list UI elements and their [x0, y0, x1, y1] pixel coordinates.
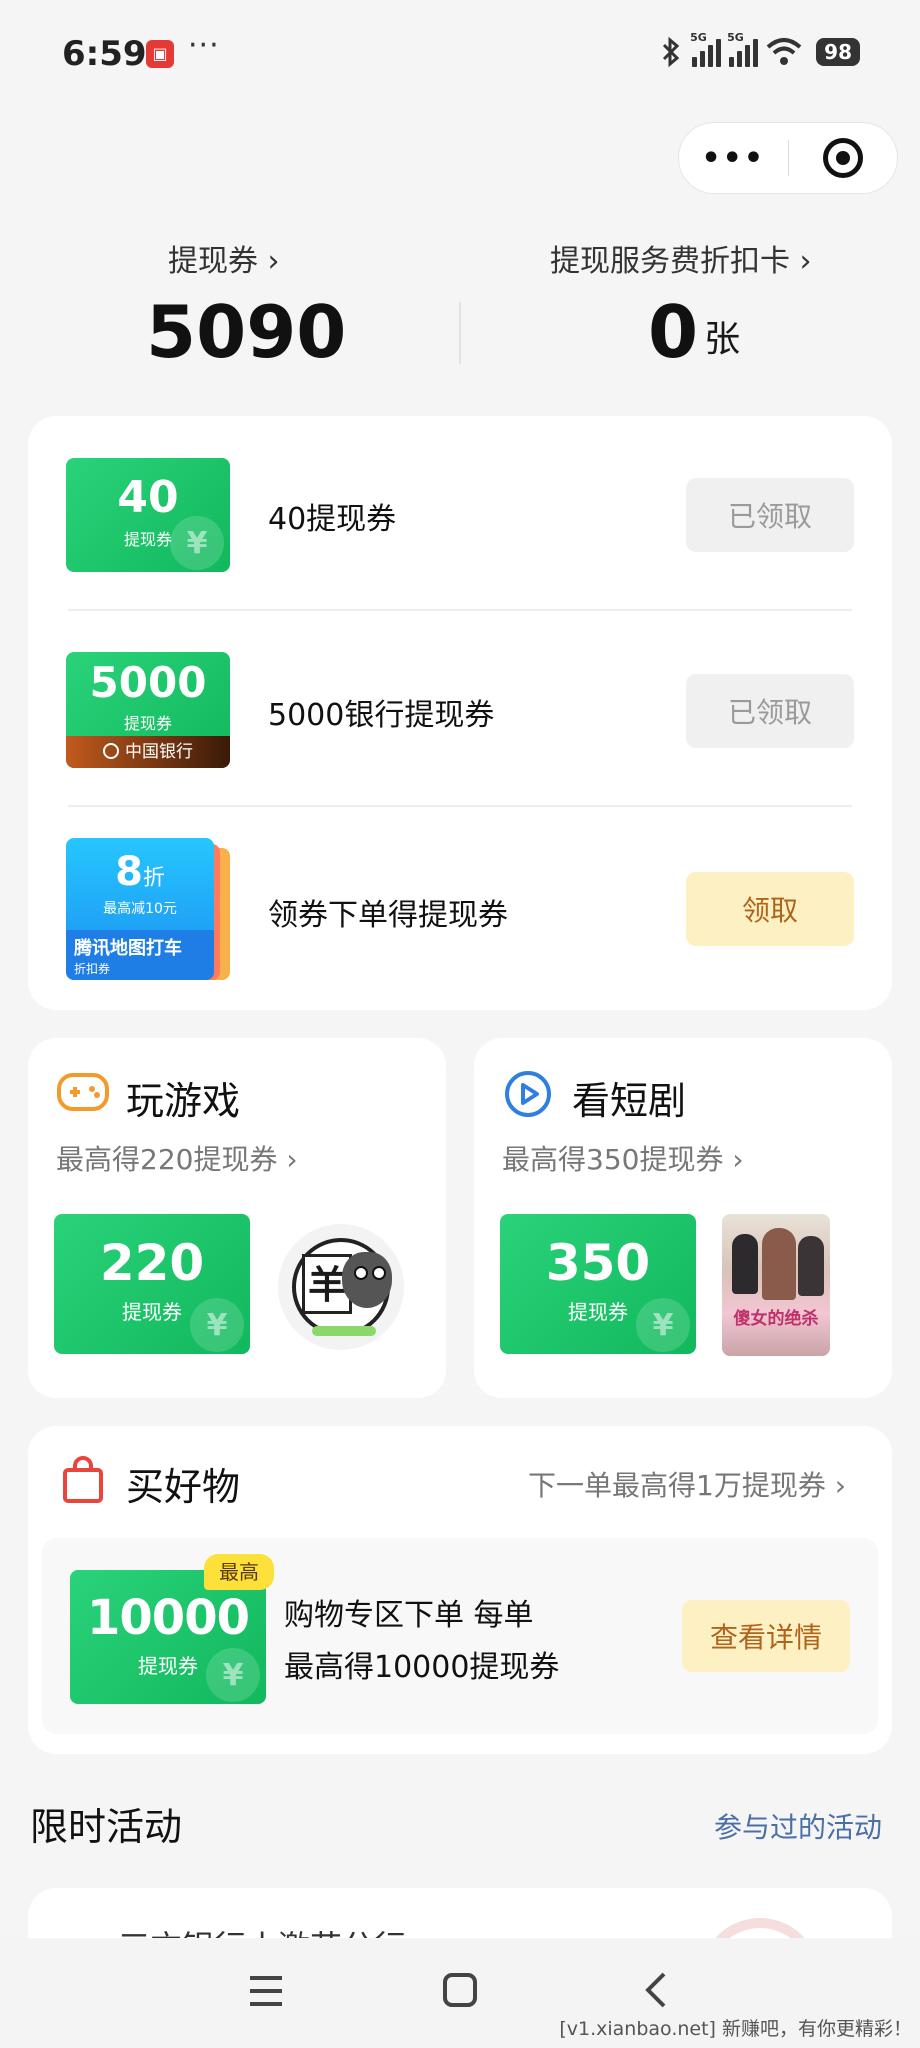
home-icon[interactable]	[442, 1972, 478, 2008]
discount-unit: 折	[142, 866, 165, 891]
shopping-card[interactable]: 买好物 下一单最高得1万提现券 › 10000 提现券 ¥ 最高 购物专区下单 …	[28, 1426, 892, 1754]
coupon-5000-sub: 提现券	[123, 714, 172, 733]
menu-icon[interactable]	[248, 1974, 284, 2008]
signal-icon-1: 5G	[690, 31, 722, 67]
back-icon[interactable]	[640, 1970, 670, 2010]
row-divider	[68, 805, 852, 807]
game-coupon-badge: 220 提现券 ¥	[54, 1214, 250, 1354]
badge-stack-front: 8折 最高减10元 腾讯地图打车 折扣券	[66, 838, 214, 980]
close-miniprogram-button[interactable]	[788, 138, 897, 178]
taxi-coupon-title: 领券下单得提现券	[268, 898, 508, 933]
coupon-40-title: 40提现券	[268, 502, 397, 537]
coupon-5000-claimed-button[interactable]: 已领取	[686, 674, 854, 748]
battery-indicator: 98	[816, 38, 860, 66]
poster-figure	[762, 1228, 796, 1300]
drama-title: 看短剧	[572, 1079, 687, 1123]
taxi-brand-strip: 腾讯地图打车 折扣券	[66, 930, 214, 980]
poster-figure	[732, 1234, 758, 1294]
header-divider	[459, 302, 461, 364]
drama-coupon-number: 350	[545, 1234, 651, 1292]
max-tag: 最高	[204, 1554, 274, 1590]
discount-card-value: 0 张	[648, 290, 740, 374]
yen-icon: ¥	[206, 1648, 260, 1702]
game-title: 玩游戏	[126, 1079, 241, 1123]
wifi-icon	[766, 38, 802, 65]
network-type-1: 5G	[690, 31, 707, 44]
play-game-card[interactable]: 玩游戏 最高得220提现券 › 220 提现券 ¥ 羊	[28, 1038, 446, 1398]
miniprogram-capsule: •••	[678, 122, 898, 194]
status-time: 6:59	[62, 34, 147, 74]
view-details-button[interactable]: 查看详情	[682, 1600, 850, 1672]
claim-coupon-button[interactable]: 领取	[686, 872, 854, 946]
coupon-5000-title: 5000银行提现券	[268, 698, 495, 733]
taxi-brand-name: 腾讯地图打车	[74, 938, 182, 959]
yen-icon: ¥	[190, 1298, 244, 1352]
discount-cap: 最高减10元	[103, 901, 177, 917]
sheep-face	[342, 1252, 392, 1308]
row-divider	[68, 609, 852, 611]
coupon-list-card: 40 提现券 ¥ 40提现券 已领取 5000 提现券 中国银行 5000银行提…	[28, 416, 892, 1010]
drama-coupon-badge: 350 提现券 ¥	[500, 1214, 696, 1354]
shop-promo-panel: 10000 提现券 ¥ 最高 购物专区下单 每单 最高得10000提现券 查看详…	[42, 1538, 878, 1734]
game-subtitle[interactable]: 最高得220提现券 ›	[56, 1138, 298, 1178]
coupon-40-number: 40	[117, 472, 179, 523]
shopping-bag-icon	[63, 1456, 103, 1503]
withdraw-coupon-link[interactable]: 提现券 ›	[168, 236, 280, 280]
watermark-text: [v1.xianbao.net] 新赚吧，有你更精彩！	[559, 2018, 912, 2040]
more-menu-button[interactable]: •••	[679, 141, 788, 176]
network-type-2: 5G	[727, 31, 744, 44]
coupon-5000-badge: 5000 提现券 中国银行	[66, 652, 230, 768]
status-bar: 6:59 ▣ ··· 5G 5G 98	[0, 0, 920, 110]
play-icon	[505, 1071, 551, 1117]
shop-link[interactable]: 下一单最高得1万提现券 ›	[528, 1464, 846, 1504]
taxi-coupon-tag: 折扣券	[74, 962, 111, 976]
bluetooth-icon	[663, 36, 680, 68]
drama-poster-thumbnail: 傻女的绝杀	[722, 1214, 830, 1356]
shop-coupon-number: 10000	[87, 1590, 250, 1646]
discount-value: 8折	[66, 852, 214, 892]
yen-icon: ¥	[170, 516, 224, 570]
shop-promo-line1: 购物专区下单 每单	[284, 1598, 534, 1633]
yen-icon: ¥	[636, 1298, 690, 1352]
shop-promo-line2: 最高得10000提现券	[284, 1650, 560, 1685]
drama-subtitle[interactable]: 最高得350提现券 ›	[502, 1138, 744, 1178]
bank-name: 中国银行	[125, 742, 193, 762]
coupon-40-badge: 40 提现券 ¥	[66, 458, 230, 572]
poster-title: 傻女的绝杀	[733, 1309, 819, 1329]
watch-drama-card[interactable]: 看短剧 最高得350提现券 › 350 提现券 ¥ 傻女的绝杀	[474, 1038, 892, 1398]
taxi-discount-badge: 8折 最高减10元 腾讯地图打车 折扣券	[66, 838, 234, 988]
system-nav-bar: [v1.xianbao.net] 新赚吧，有你更精彩！	[0, 1938, 920, 2048]
bank-logo-icon	[103, 743, 119, 759]
activities-title: 限时活动	[30, 1805, 183, 1849]
shop-coupon-badge: 10000 提现券 ¥	[70, 1570, 266, 1704]
shop-title: 买好物	[126, 1465, 241, 1509]
sheep-game-thumbnail: 羊	[278, 1224, 404, 1350]
target-icon	[822, 138, 863, 178]
discount-card-link[interactable]: 提现服务费折扣卡 ›	[550, 236, 812, 280]
discount-number: 8	[115, 849, 143, 895]
bank-of-china-strip: 中国银行	[66, 736, 230, 768]
poster-figure	[798, 1236, 824, 1296]
game-coupon-number: 220	[99, 1234, 205, 1292]
coupon-40-claimed-button[interactable]: 已领取	[686, 478, 854, 552]
app-notification-icon: ▣	[146, 40, 174, 68]
coupon-5000-number: 5000	[89, 658, 207, 707]
discount-card-unit: 张	[704, 319, 741, 360]
sheep-eye	[372, 1266, 386, 1280]
sheep-eye	[354, 1266, 368, 1280]
joined-activities-link[interactable]: 参与过的活动	[714, 1806, 882, 1846]
status-more-icon: ···	[188, 28, 220, 63]
gamepad-icon	[57, 1073, 109, 1111]
discount-card-count: 0	[648, 290, 699, 374]
sheep-grass	[312, 1326, 376, 1336]
withdraw-coupon-count: 5090	[146, 290, 347, 374]
status-icons: 5G 5G 98	[658, 31, 860, 68]
signal-icon-2: 5G	[727, 31, 759, 67]
